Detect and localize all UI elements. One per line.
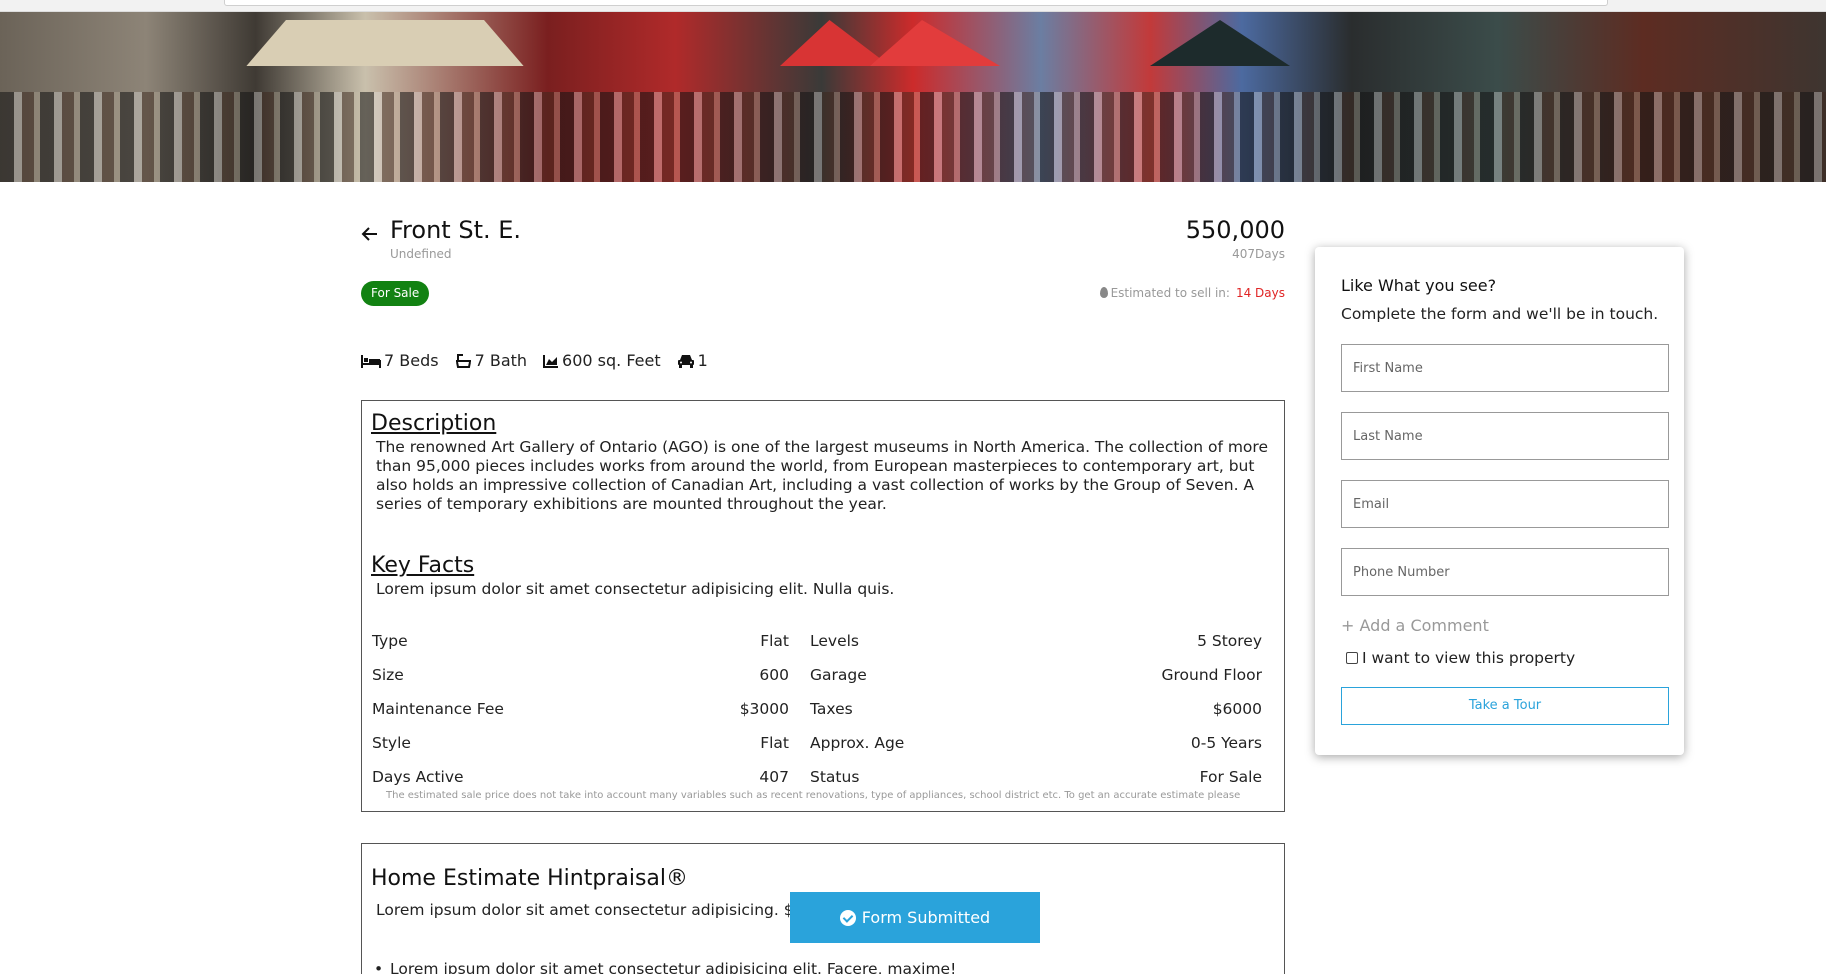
home-estimate-heading: Home Estimate Hintpraisal® (371, 866, 689, 891)
first-name-field[interactable] (1341, 344, 1669, 392)
fact-label: Days Active (372, 768, 464, 786)
table-row: Size 600 Garage Ground Floor (372, 658, 1270, 692)
fact-label: Size (372, 666, 404, 684)
table-row: Type Flat Levels 5 Storey (372, 624, 1270, 658)
hero-crowd (0, 92, 1826, 182)
table-row: Days Active 407 Status For Sale (372, 760, 1270, 794)
phone-field[interactable] (1341, 548, 1669, 596)
search-input[interactable] (224, 0, 1608, 6)
fact-label: Status (810, 768, 860, 786)
fact-value: Flat (760, 734, 789, 752)
form-submitted-toast: Form Submitted (790, 892, 1040, 943)
check-circle-icon (839, 909, 856, 926)
fact-label: Taxes (810, 700, 853, 718)
feature-beds: 7 Beds (361, 351, 439, 370)
car-icon (677, 354, 694, 368)
estimate-label: Estimated to sell in: (1110, 286, 1230, 300)
fact-value: 600 (759, 666, 789, 684)
description-heading: Description (371, 411, 497, 436)
feature-area: 600 sq. Feet (543, 351, 661, 370)
last-name-field[interactable] (1341, 412, 1669, 460)
flame-icon (1099, 287, 1108, 298)
feature-baths-label: 7 Bath (474, 351, 528, 370)
listing-title: Front St. E. (390, 216, 522, 244)
hero-tent-shape (1150, 20, 1290, 66)
fact-label: Garage (810, 666, 867, 684)
take-a-tour-button[interactable]: Take a Tour (1341, 687, 1669, 725)
fact-value: $6000 (1212, 700, 1262, 718)
fact-value: 407 (759, 768, 789, 786)
form-question: Like What you see? (1341, 276, 1497, 295)
fact-value: For Sale (1199, 768, 1262, 786)
estimate-disclaimer: The estimated sale price does not take i… (386, 790, 1241, 801)
description-text: The renowned Art Gallery of Ontario (AGO… (376, 438, 1268, 513)
fact-label: Style (372, 734, 411, 752)
bed-icon (361, 354, 381, 368)
home-estimate-text: Lorem ipsum dolor sit amet consectetur a… (376, 901, 819, 919)
days-on-market: 407Days (1232, 247, 1285, 261)
feature-beds-label: 7 Beds (384, 351, 439, 370)
back-arrow-icon[interactable] (361, 226, 379, 242)
fact-label: Levels (810, 632, 859, 650)
fact-value: Flat (760, 632, 789, 650)
form-subtitle: Complete the form and we'll be in touch. (1341, 305, 1659, 323)
hero-tent-shape (780, 20, 890, 66)
table-row: Style Flat Approx. Age 0-5 Years (372, 726, 1270, 760)
view-property-checkbox[interactable]: I want to view this property (1346, 649, 1575, 667)
hero-image (0, 12, 1826, 182)
feature-parking: 1 (677, 351, 708, 370)
list-item: Lorem ipsum dolor sit amet consectetur a… (374, 960, 956, 974)
listing-price: 550,000 (1185, 216, 1285, 244)
fact-value: 0-5 Years (1190, 734, 1262, 752)
key-facts-text: Lorem ipsum dolor sit amet consectetur a… (376, 580, 895, 598)
fact-label: Maintenance Fee (372, 700, 504, 718)
email-field[interactable] (1341, 480, 1669, 528)
estimate-value: 14 Days (1235, 286, 1285, 300)
table-row: Maintenance Fee $3000 Taxes $6000 (372, 692, 1270, 726)
contact-form-panel: Like What you see? Complete the form and… (1315, 247, 1684, 755)
status-badge: For Sale (361, 281, 430, 306)
fact-value: 5 Storey (1197, 632, 1262, 650)
top-bar (0, 0, 1826, 12)
feature-parking-label: 1 (697, 351, 708, 370)
hero-tent-shape (870, 20, 1000, 66)
checkbox-box[interactable] (1346, 652, 1358, 664)
area-chart-icon (543, 354, 559, 368)
listing-subtitle: Undefined (390, 247, 452, 261)
feature-baths: 7 Bath (455, 351, 527, 370)
key-facts-heading: Key Facts (371, 553, 475, 578)
details-card: Description The renowned Art Gallery of … (361, 400, 1285, 812)
fact-label: Type (372, 632, 408, 650)
key-facts-table: Type Flat Levels 5 Storey Size 600 Garag… (372, 624, 1270, 794)
estimate-sell-time: Estimated to sell in: 14 Days (1000, 286, 1285, 300)
fact-value: $3000 (739, 700, 789, 718)
bath-icon (455, 353, 471, 368)
toast-text: Form Submitted (861, 908, 991, 927)
checkbox-label: I want to view this property (1362, 649, 1576, 667)
feature-list: 7 Beds 7 Bath 600 sq. Feet 1 (361, 351, 724, 370)
add-comment-link[interactable]: + Add a Comment (1341, 616, 1489, 635)
fact-label: Approx. Age (810, 734, 905, 752)
feature-area-label: 600 sq. Feet (562, 351, 661, 370)
hero-tent-shape (246, 20, 524, 66)
fact-value: Ground Floor (1161, 666, 1262, 684)
